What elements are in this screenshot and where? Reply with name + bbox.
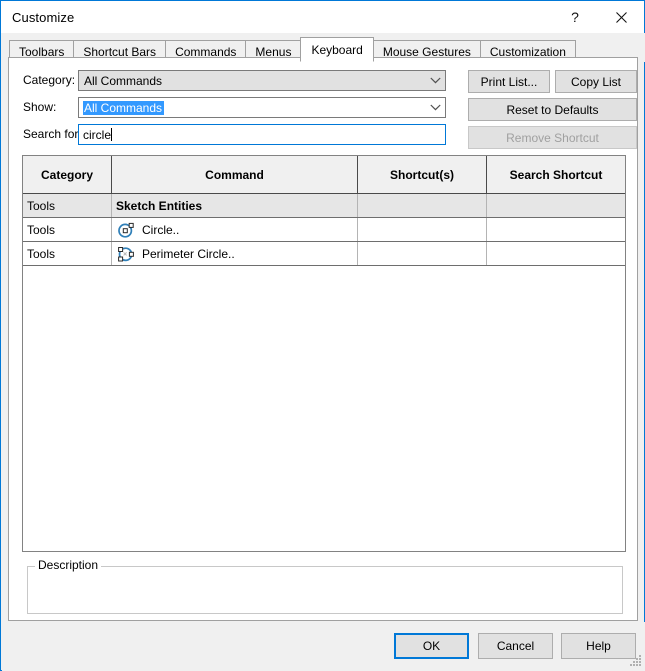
cell-shortcut — [358, 194, 487, 217]
help-label: Help — [586, 639, 611, 653]
cell-text: Circle.. — [142, 222, 180, 237]
close-button[interactable] — [598, 2, 644, 33]
remove-shortcut-button: Remove Shortcut — [468, 126, 637, 149]
title-bar: Customize ? — [1, 1, 644, 33]
category-combobox[interactable]: All Commands — [78, 70, 446, 91]
category-label: Category: — [23, 73, 76, 87]
print-list-label: Print List... — [480, 74, 538, 89]
circle-sketch-icon — [117, 221, 135, 239]
copy-list-label: Copy List — [570, 74, 622, 89]
cell-command: Perimeter Circle.. — [112, 242, 358, 265]
cancel-label: Cancel — [496, 639, 535, 653]
cell-text: Perimeter Circle.. — [142, 246, 235, 261]
table-row[interactable]: Tools Sketch Entities — [23, 194, 625, 218]
show-label: Show: — [23, 100, 57, 114]
column-header-shortcuts[interactable]: Shortcut(s) — [358, 156, 487, 193]
table-row[interactable]: Tools Perimeter Circle.. — [23, 242, 625, 266]
tab-label: Keyboard — [311, 42, 363, 57]
reset-to-defaults-button[interactable]: Reset to Defaults — [468, 98, 637, 121]
question-mark-icon: ? — [571, 9, 579, 25]
resize-grip-icon[interactable] — [628, 654, 642, 668]
column-header-search-shortcut[interactable]: Search Shortcut — [487, 156, 625, 193]
cell-category: Tools — [23, 218, 112, 241]
command-list[interactable]: Category Command Shortcut(s) Search Shor… — [22, 155, 626, 552]
reset-to-defaults-label: Reset to Defaults — [506, 102, 599, 117]
show-value: All Commands — [83, 100, 165, 115]
show-combobox[interactable]: All Commands — [78, 97, 446, 118]
description-groupbox — [27, 566, 623, 614]
cancel-button[interactable]: Cancel — [478, 633, 553, 659]
column-header-label: Search Shortcut — [509, 167, 603, 182]
cell-text: Tools — [27, 222, 56, 237]
column-header-label: Shortcut(s) — [390, 167, 454, 182]
cell-command: Circle.. — [112, 218, 358, 241]
search-input[interactable]: circle — [78, 124, 446, 145]
column-header-command[interactable]: Command — [112, 156, 358, 193]
window-title: Customize — [12, 9, 75, 25]
customize-dialog: Customize ? Toolbars Shortcut Bars Comma… — [0, 0, 645, 671]
chevron-down-icon[interactable] — [425, 71, 445, 90]
perimeter-circle-sketch-icon — [117, 245, 135, 263]
ok-button[interactable]: OK — [394, 633, 469, 659]
tab-keyboard[interactable]: Keyboard — [300, 37, 374, 62]
close-icon — [615, 11, 627, 23]
chevron-down-icon[interactable] — [425, 98, 445, 117]
cell-category: Tools — [23, 242, 112, 265]
description-legend: Description — [35, 558, 102, 572]
cell-shortcut — [358, 242, 487, 265]
column-header-category[interactable]: Category — [23, 156, 112, 193]
column-header-label: Command — [205, 167, 264, 182]
search-input-value: circle — [83, 127, 112, 142]
command-list-header: Category Command Shortcut(s) Search Shor… — [23, 156, 625, 194]
cell-text: Tools — [27, 198, 56, 213]
dialog-footer: OK Cancel Help — [2, 622, 645, 671]
cell-category: Tools — [23, 194, 112, 217]
cell-command: Sketch Entities — [112, 194, 358, 217]
copy-list-button[interactable]: Copy List — [555, 70, 637, 93]
cell-search-shortcut — [487, 242, 625, 265]
category-value: All Commands — [84, 73, 163, 88]
cell-text: Tools — [27, 246, 56, 261]
cell-search-shortcut — [487, 194, 625, 217]
remove-shortcut-label: Remove Shortcut — [506, 130, 599, 145]
print-list-button[interactable]: Print List... — [468, 70, 550, 93]
text-caret — [111, 128, 113, 141]
cell-search-shortcut — [487, 218, 625, 241]
search-label: Search for: — [23, 127, 82, 141]
help-button[interactable]: Help — [561, 633, 636, 659]
table-row[interactable]: Tools Circle.. — [23, 218, 625, 242]
help-titlebar-button[interactable]: ? — [552, 2, 598, 33]
cell-shortcut — [358, 218, 487, 241]
keyboard-tab-panel: Category: All Commands Show: All Command… — [8, 57, 638, 621]
column-header-label: Category — [40, 167, 93, 182]
cell-text: Sketch Entities — [116, 198, 203, 213]
ok-label: OK — [422, 639, 441, 653]
